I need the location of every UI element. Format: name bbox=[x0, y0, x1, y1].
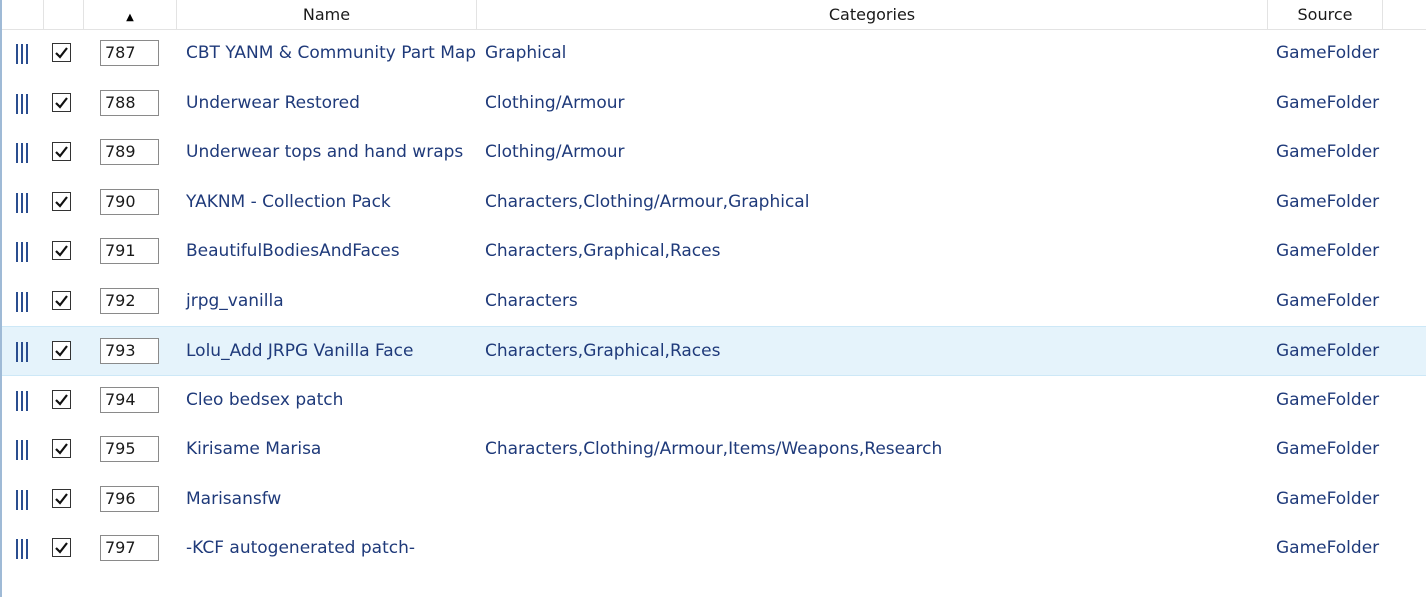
mod-name: CBT YANM & Community Part Map bbox=[186, 43, 477, 63]
enabled-checkbox[interactable] bbox=[52, 341, 71, 360]
check-icon bbox=[55, 492, 68, 505]
mod-categories: Characters,Clothing/Armour,Graphical bbox=[485, 191, 810, 212]
enabled-checkbox[interactable] bbox=[52, 290, 71, 310]
priority-field[interactable]: 787 bbox=[100, 40, 159, 66]
enabled-checkbox[interactable] bbox=[52, 488, 71, 508]
mod-row[interactable]: 790 YAKNM - Collection Pack Characters,Clo… bbox=[2, 178, 1426, 228]
mod-source: GameFolder bbox=[1276, 92, 1380, 113]
header-enabled-column[interactable] bbox=[44, 0, 84, 29]
priority-field[interactable]: 797 bbox=[100, 535, 159, 561]
priority-field[interactable]: 791 bbox=[100, 238, 159, 264]
mod-categories: Clothing/Armour bbox=[485, 92, 625, 113]
mod-source: GameFolder bbox=[1276, 290, 1380, 311]
drag-handle-icon[interactable] bbox=[16, 44, 30, 64]
mod-source: GameFolder bbox=[1276, 191, 1380, 212]
enabled-checkbox[interactable] bbox=[52, 538, 71, 557]
mod-row[interactable]: 795 Kirisame Marisa Characters,Clothing/Ar… bbox=[2, 425, 1426, 475]
mod-name: Underwear Restored bbox=[186, 92, 360, 113]
header-drag-column[interactable] bbox=[2, 0, 44, 29]
mod-categories: Graphical bbox=[485, 43, 567, 63]
mod-name: YAKNM - Collection Pack bbox=[186, 191, 391, 212]
mod-row[interactable]: 796 Marisansfw GameFolder bbox=[2, 475, 1426, 525]
mod-source: GameFolder bbox=[1276, 488, 1380, 509]
check-icon bbox=[55, 245, 68, 257]
mod-categories: Characters bbox=[485, 290, 578, 311]
drag-handle-icon[interactable] bbox=[16, 143, 30, 163]
enabled-checkbox[interactable] bbox=[52, 191, 71, 211]
mod-source: GameFolder bbox=[1276, 538, 1380, 558]
mod-rows: 787 CBT YANM & Community Part Map Graphica… bbox=[2, 29, 1426, 574]
mod-source: GameFolder bbox=[1276, 439, 1380, 459]
mod-list: ▲ Name Categories Source 787 CBT YANM & C… bbox=[0, 0, 1426, 597]
priority-field[interactable]: 792 bbox=[100, 287, 159, 314]
sort-ascending-icon: ▲ bbox=[126, 12, 134, 23]
mod-name: Underwear tops and hand wraps bbox=[186, 142, 464, 162]
drag-handle-icon[interactable] bbox=[16, 342, 30, 362]
mod-source: GameFolder bbox=[1276, 389, 1380, 410]
drag-handle-icon[interactable] bbox=[16, 539, 30, 559]
mod-name: -KCF autogenerated patch- bbox=[186, 538, 416, 558]
check-icon bbox=[55, 542, 68, 554]
mod-source: GameFolder bbox=[1276, 341, 1380, 361]
enabled-checkbox[interactable] bbox=[52, 241, 71, 260]
drag-handle-icon[interactable] bbox=[16, 390, 30, 411]
mod-row[interactable]: 791 BeautifulBodiesAndFaces Characters,Gra… bbox=[2, 227, 1426, 277]
priority-field[interactable]: 796 bbox=[100, 485, 159, 512]
mod-name: Lolu_Add JRPG Vanilla Face bbox=[186, 341, 414, 361]
drag-handle-icon[interactable] bbox=[16, 192, 30, 213]
mod-row[interactable]: 794 Cleo bedsex patch GameFolder bbox=[2, 376, 1426, 426]
mod-source: GameFolder bbox=[1276, 241, 1380, 261]
priority-field[interactable]: 788 bbox=[100, 89, 159, 116]
mod-categories: Characters,Clothing/Armour,Items/Weapons… bbox=[485, 439, 943, 459]
priority-field[interactable]: 790 bbox=[100, 188, 159, 215]
check-icon bbox=[55, 443, 68, 455]
header-source-label: Source bbox=[1297, 5, 1353, 24]
mod-categories: Characters,Graphical,Races bbox=[485, 241, 721, 261]
check-icon bbox=[55, 294, 68, 307]
priority-field[interactable]: 793 bbox=[100, 338, 159, 364]
drag-handle-icon[interactable] bbox=[16, 440, 30, 460]
drag-handle-icon[interactable] bbox=[16, 291, 30, 312]
mod-row[interactable]: 789 Underwear tops and hand wraps Clothing… bbox=[2, 128, 1426, 178]
check-icon bbox=[55, 96, 68, 109]
mod-categories: Characters,Graphical,Races bbox=[485, 341, 721, 361]
enabled-checkbox[interactable] bbox=[52, 389, 71, 409]
mod-row[interactable]: 797 -KCF autogenerated patch- GameFolder bbox=[2, 524, 1426, 574]
mod-name: Kirisame Marisa bbox=[186, 439, 322, 459]
header-priority-column[interactable]: ▲ bbox=[84, 0, 177, 29]
priority-field[interactable]: 789 bbox=[100, 139, 159, 165]
header-source-column[interactable]: Source bbox=[1268, 0, 1383, 29]
priority-field[interactable]: 795 bbox=[100, 436, 159, 462]
header-name-label: Name bbox=[302, 5, 351, 24]
drag-handle-icon[interactable] bbox=[16, 489, 30, 510]
enabled-checkbox[interactable] bbox=[52, 43, 71, 62]
check-icon bbox=[55, 47, 68, 59]
mod-row[interactable]: 793 Lolu_Add JRPG Vanilla Face Characters,… bbox=[2, 326, 1426, 376]
header-name-column[interactable]: Name bbox=[177, 0, 477, 29]
drag-handle-icon[interactable] bbox=[16, 242, 30, 262]
mod-name: BeautifulBodiesAndFaces bbox=[186, 241, 400, 261]
enabled-checkbox[interactable] bbox=[52, 439, 71, 458]
mod-name: Cleo bedsex patch bbox=[186, 389, 344, 410]
enabled-checkbox[interactable] bbox=[52, 142, 71, 161]
priority-field[interactable]: 794 bbox=[100, 386, 159, 413]
column-header-row: ▲ Name Categories Source bbox=[2, 0, 1426, 30]
mod-source: GameFolder bbox=[1276, 142, 1380, 162]
check-icon bbox=[55, 393, 68, 406]
check-icon bbox=[55, 345, 68, 357]
mod-row[interactable]: 792 jrpg_vanilla Characters GameFolder bbox=[2, 277, 1426, 327]
header-categories-column[interactable]: Categories bbox=[477, 0, 1268, 29]
mod-row[interactable]: 787 CBT YANM & Community Part Map Graphica… bbox=[2, 29, 1426, 79]
enabled-checkbox[interactable] bbox=[52, 92, 71, 112]
drag-handle-icon[interactable] bbox=[16, 93, 30, 114]
mod-row[interactable]: 788 Underwear Restored Clothing/Armour Game… bbox=[2, 79, 1426, 129]
mod-source: GameFolder bbox=[1276, 43, 1380, 63]
header-categories-label: Categories bbox=[828, 5, 916, 24]
mod-name: Marisansfw bbox=[186, 488, 282, 509]
mod-categories: Clothing/Armour bbox=[485, 142, 625, 162]
mod-name: jrpg_vanilla bbox=[186, 290, 284, 311]
check-icon bbox=[55, 146, 68, 158]
check-icon bbox=[55, 195, 68, 208]
